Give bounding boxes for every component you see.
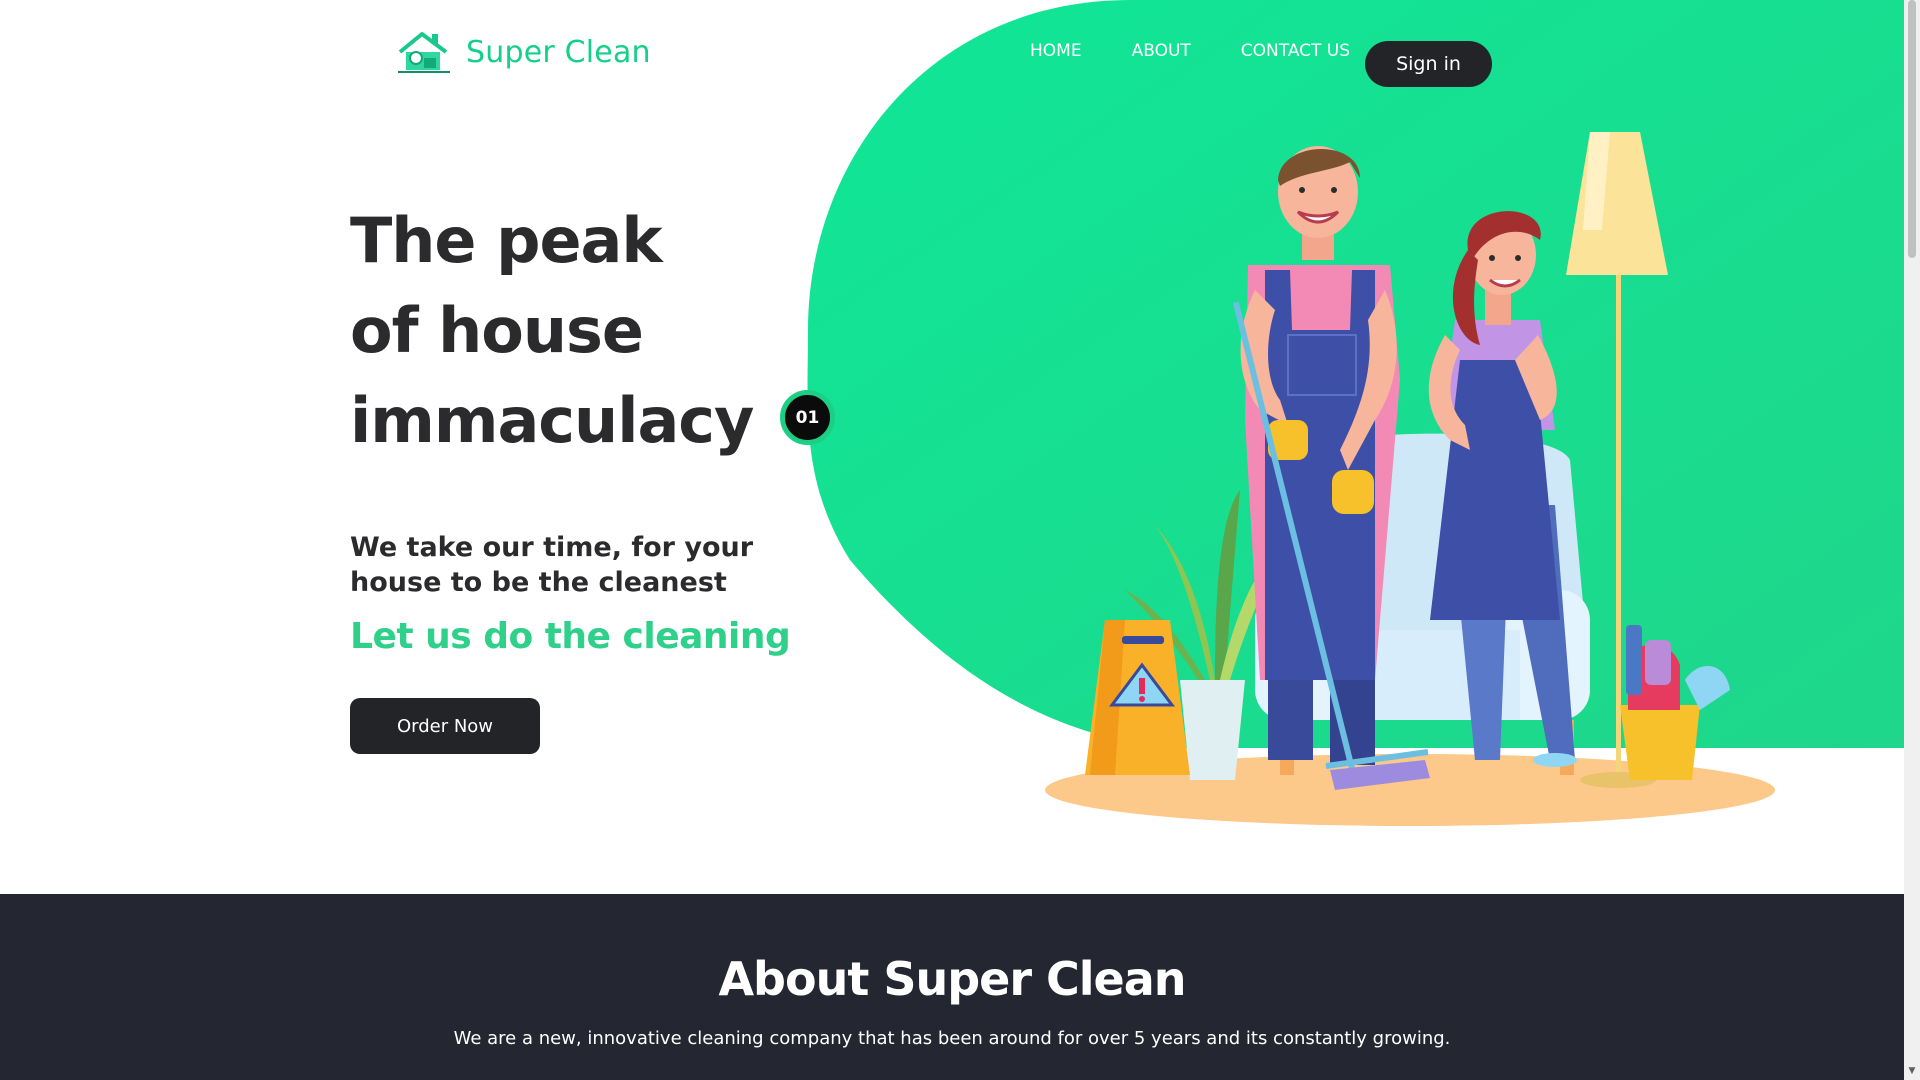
slide-indicator[interactable]: 01 [780,390,835,445]
hero-accent-text: Let us do the cleaning [350,616,791,657]
hero-title-line-3: immaculacy [350,384,754,457]
hero-title-line-1: The peak [350,204,663,277]
logo[interactable]: Super Clean [396,30,651,74]
cleaning-bucket-illustration [1620,625,1730,780]
order-now-button[interactable]: Order Now [350,698,540,754]
vertical-scrollbar[interactable]: ▼ [1904,0,1920,1080]
hero-subtitle: We take our time, for your house to be t… [350,532,754,598]
hero-title: The peak of house immaculacy [350,196,754,466]
hero-title-line-2: of house [350,294,644,367]
nav-about[interactable]: ABOUT [1132,41,1191,61]
scroll-down-arrow-icon[interactable]: ▼ [1907,1066,1917,1076]
sign-in-button[interactable]: Sign in [1365,41,1492,87]
nav-home[interactable]: HOME [1030,41,1082,61]
nav-contact-us[interactable]: CONTACT US [1241,41,1350,61]
house-logo-icon [398,32,450,73]
about-title: About Super Clean [718,952,1186,1006]
main-nav: HOME ABOUT CONTACT US [1030,41,1350,61]
page: Super Clean HOME ABOUT CONTACT US Sign i… [0,0,1904,1080]
about-section: About Super Clean We are a new, innovati… [0,894,1904,1080]
about-text: We are a new, innovative cleaning compan… [453,1028,1451,1049]
cleaning-crew-illustration [1045,132,1775,826]
brand-name: Super Clean [466,34,651,70]
scrollbar-thumb[interactable] [1908,0,1916,258]
